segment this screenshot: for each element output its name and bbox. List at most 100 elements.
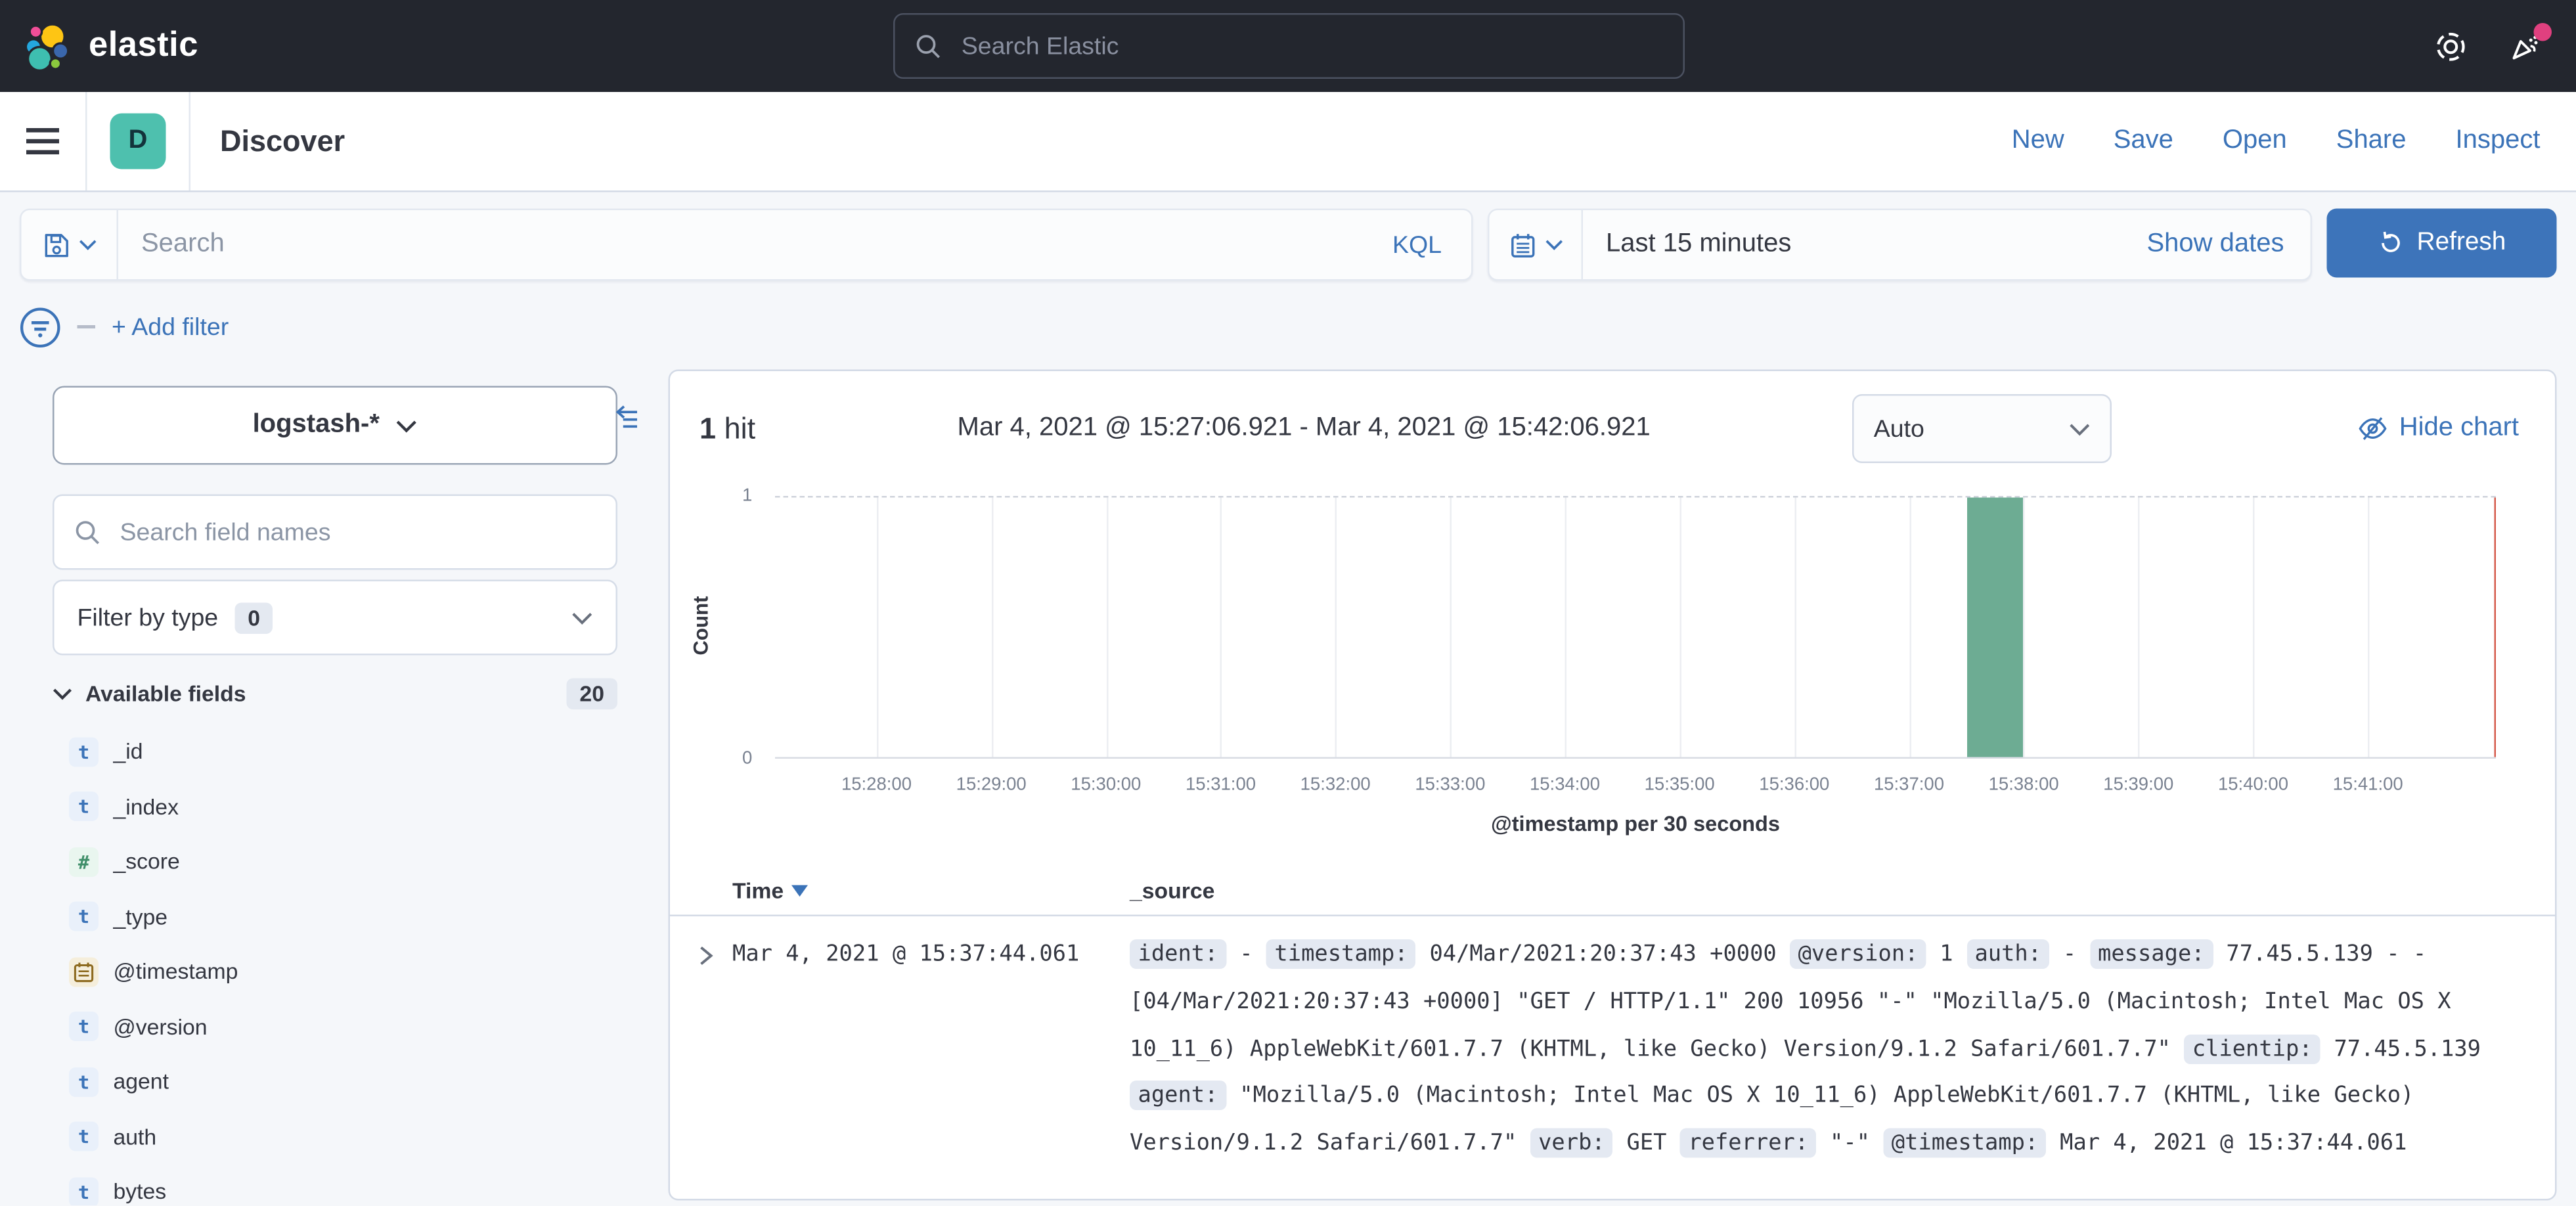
nav-action-save[interactable]: Save <box>2114 127 2173 156</box>
field-item-_score[interactable]: #_score <box>53 834 617 889</box>
gridline <box>2139 498 2141 757</box>
column-header-time[interactable]: Time <box>732 879 1130 904</box>
field-item-_index[interactable]: t_index <box>53 779 617 834</box>
column-header-source: _source <box>1130 879 1214 904</box>
x-axis-label: @timestamp per 30 seconds <box>775 811 2496 836</box>
chart-time-range: Mar 4, 2021 @ 15:27:06.921 - Mar 4, 2021… <box>755 414 1852 443</box>
field-item-_type[interactable]: t_type <box>53 889 617 945</box>
nav-action-new[interactable]: New <box>2012 127 2064 156</box>
newsfeed-icon[interactable] <box>2509 30 2541 62</box>
available-fields-label: Available fields <box>85 682 246 707</box>
string-field-icon: t <box>69 1067 99 1096</box>
x-tick-label: 15:33:00 <box>1415 775 1485 795</box>
global-search-input[interactable] <box>958 30 1683 62</box>
field-name: @timestamp <box>114 960 238 985</box>
y-tick-label: 1 <box>742 486 752 506</box>
source-field-badge: auth: <box>1966 939 2050 969</box>
gridline <box>876 498 878 757</box>
app-icon-badge[interactable]: D <box>110 114 166 169</box>
source-field-badge: ident: <box>1130 939 1226 969</box>
gridline <box>1106 498 1108 757</box>
string-field-icon: t <box>69 1177 99 1205</box>
time-range-value[interactable]: Last 15 minutes <box>1583 230 2146 259</box>
field-item-auth[interactable]: tauth <box>53 1109 617 1165</box>
field-name: _id <box>114 740 143 765</box>
query-search-input[interactable] <box>118 230 1363 259</box>
chevron-down-icon <box>53 686 72 702</box>
filter-by-type-dropdown[interactable]: Filter by type 0 <box>53 580 617 656</box>
notification-dot <box>2534 22 2552 41</box>
interval-value: Auto <box>1874 414 1924 443</box>
doc-time-cell: Mar 4, 2021 @ 15:37:44.061 <box>732 931 1130 1168</box>
index-pattern-name: logstash-* <box>253 411 380 440</box>
nav-action-share[interactable]: Share <box>2336 127 2407 156</box>
brand-text: elastic <box>89 26 198 66</box>
field-item-_id[interactable]: t_id <box>53 725 617 780</box>
hide-chart-label: Hide chart <box>2399 414 2519 443</box>
x-tick-label: 15:32:00 <box>1300 775 1371 795</box>
field-search-input[interactable] <box>117 516 616 548</box>
string-field-icon: t <box>69 1122 99 1151</box>
header-icons <box>2435 30 2576 62</box>
global-search[interactable] <box>893 13 1684 79</box>
x-tick-label: 15:34:00 <box>1530 775 1600 795</box>
time-end-marker <box>2493 498 2496 757</box>
index-pattern-switcher[interactable]: logstash-* <box>53 386 617 465</box>
add-filter-button[interactable]: + Add filter <box>112 313 229 341</box>
fields-list: t_idt_index#_scoret_type@timestampt@vers… <box>53 725 617 1206</box>
nav-actions: New Save Open Share Inspect <box>2012 127 2576 156</box>
x-tick-label: 15:41:00 <box>2333 775 2403 795</box>
filter-by-type-count-badge: 0 <box>234 602 273 633</box>
kql-toggle-button[interactable]: KQL <box>1363 231 1471 259</box>
hits-count: 1 hit <box>700 411 755 446</box>
saved-query-button[interactable] <box>22 210 119 279</box>
date-quick-select-button[interactable] <box>1490 210 1584 279</box>
eye-slash-icon <box>2358 414 2387 443</box>
filter-icon[interactable] <box>20 306 61 347</box>
histogram-bar[interactable] <box>1966 498 2024 757</box>
elastic-home-link[interactable]: elastic <box>0 20 198 72</box>
hamburger-icon <box>26 128 59 154</box>
kibana-discover-app: elastic <box>0 0 2576 1205</box>
x-tick-label: 15:31:00 <box>1186 775 1256 795</box>
chevron-down-icon <box>571 610 593 625</box>
source-field-badge: clientip: <box>2184 1034 2321 1063</box>
results-header: 1 hit Mar 4, 2021 @ 15:27:06.921 - Mar 4… <box>670 371 2555 463</box>
field-item-@timestamp[interactable]: @timestamp <box>53 945 617 1000</box>
calendar-icon <box>1508 231 1536 259</box>
x-tick-label: 15:40:00 <box>2218 775 2288 795</box>
x-tick-label: 15:28:00 <box>841 775 912 795</box>
field-item-@version[interactable]: t@version <box>53 999 617 1054</box>
y-tick-label: 0 <box>742 749 752 769</box>
refresh-button[interactable]: Refresh <box>2327 209 2557 278</box>
interval-select[interactable]: Auto <box>1852 394 2112 463</box>
query-input-group: KQL <box>20 209 1473 281</box>
plot-area[interactable]: 15:28:0015:29:0015:30:0015:31:0015:32:00… <box>775 496 2496 759</box>
field-item-agent[interactable]: tagent <box>53 1054 617 1109</box>
refresh-label: Refresh <box>2417 229 2506 258</box>
field-search[interactable] <box>53 495 617 570</box>
expand-row-icon[interactable] <box>696 931 732 1168</box>
hits-label: hit <box>724 411 756 444</box>
gridline <box>1565 498 1567 757</box>
source-cell: ident: - timestamp: 04/Mar/2021:20:37:43… <box>1130 931 2516 1168</box>
hide-chart-button[interactable]: Hide chart <box>2358 414 2519 443</box>
field-name: auth <box>114 1125 157 1150</box>
menu-toggle-button[interactable] <box>0 92 85 190</box>
available-fields-header[interactable]: Available fields 20 <box>53 679 617 710</box>
help-icon[interactable] <box>2435 30 2467 62</box>
field-item-bytes[interactable]: tbytes <box>53 1165 617 1206</box>
histogram-chart: Count 15:28:0015:29:0015:30:0015:31:0015… <box>670 463 2555 867</box>
date-picker-group: Last 15 minutes Show dates <box>1488 209 2312 281</box>
nav-action-open[interactable]: Open <box>2223 127 2287 156</box>
y-axis-label: Count <box>690 496 713 755</box>
divider <box>189 92 191 190</box>
show-dates-button[interactable]: Show dates <box>2146 230 2310 259</box>
chevron-down-icon <box>2069 421 2091 436</box>
gridline <box>2254 498 2255 757</box>
source-field-badge: @version: <box>1790 939 1926 969</box>
x-tick-label: 15:30:00 <box>1071 775 1141 795</box>
collapse-sidebar-icon[interactable] <box>613 406 642 431</box>
nav-action-inspect[interactable]: Inspect <box>2456 127 2541 156</box>
available-fields-count-badge: 20 <box>566 679 617 710</box>
